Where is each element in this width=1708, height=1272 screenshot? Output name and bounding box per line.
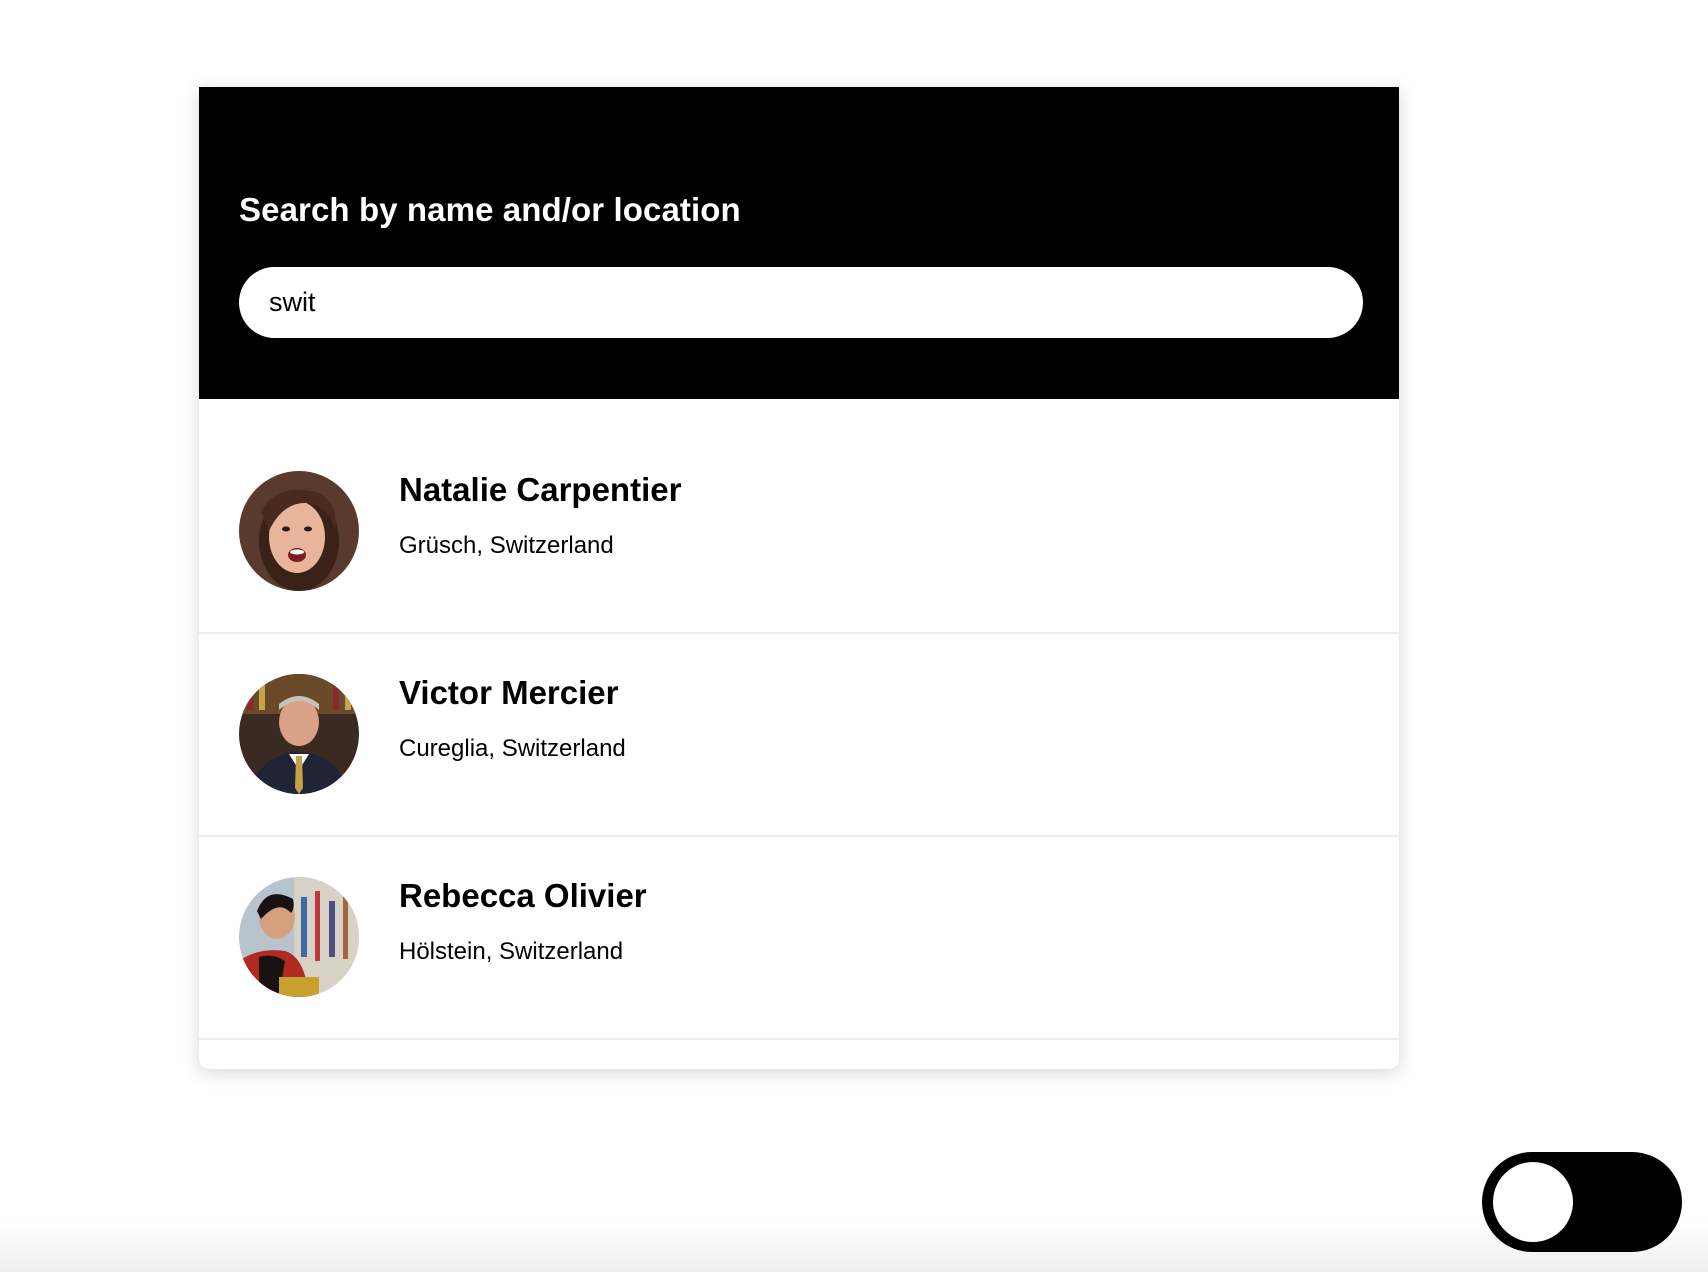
list-item[interactable]: Rebecca Olivier Hölstein, Switzerland — [199, 837, 1399, 1040]
theme-toggle[interactable] — [1482, 1152, 1682, 1252]
search-input[interactable] — [239, 267, 1363, 338]
results-list: Natalie Carpentier Grüsch, Switzerland V… — [199, 399, 1399, 1040]
avatar — [239, 471, 359, 591]
list-item[interactable]: Natalie Carpentier Grüsch, Switzerland — [199, 399, 1399, 634]
result-name: Rebecca Olivier — [399, 877, 647, 914]
page: Search by name and/or location swit Nata… — [0, 0, 1708, 1272]
result-location: Grüsch, Switzerland — [399, 532, 614, 559]
result-name: Victor Mercier — [399, 674, 619, 711]
result-location: Hölstein, Switzerland — [399, 938, 624, 965]
list-item[interactable]: Victor Mercier Cureglia, Switzerland — [199, 634, 1399, 837]
result-location: Cureglia, Switzerland — [399, 735, 626, 762]
search-header: Search by name and/or location — [199, 87, 1399, 399]
toggle-knob — [1493, 1162, 1573, 1242]
search-label: Search by name and/or location — [239, 191, 741, 228]
avatar — [239, 674, 359, 794]
avatar — [239, 877, 359, 997]
search-card: Search by name and/or location swit Nata… — [199, 87, 1399, 1069]
result-name: Natalie Carpentier — [399, 471, 682, 508]
